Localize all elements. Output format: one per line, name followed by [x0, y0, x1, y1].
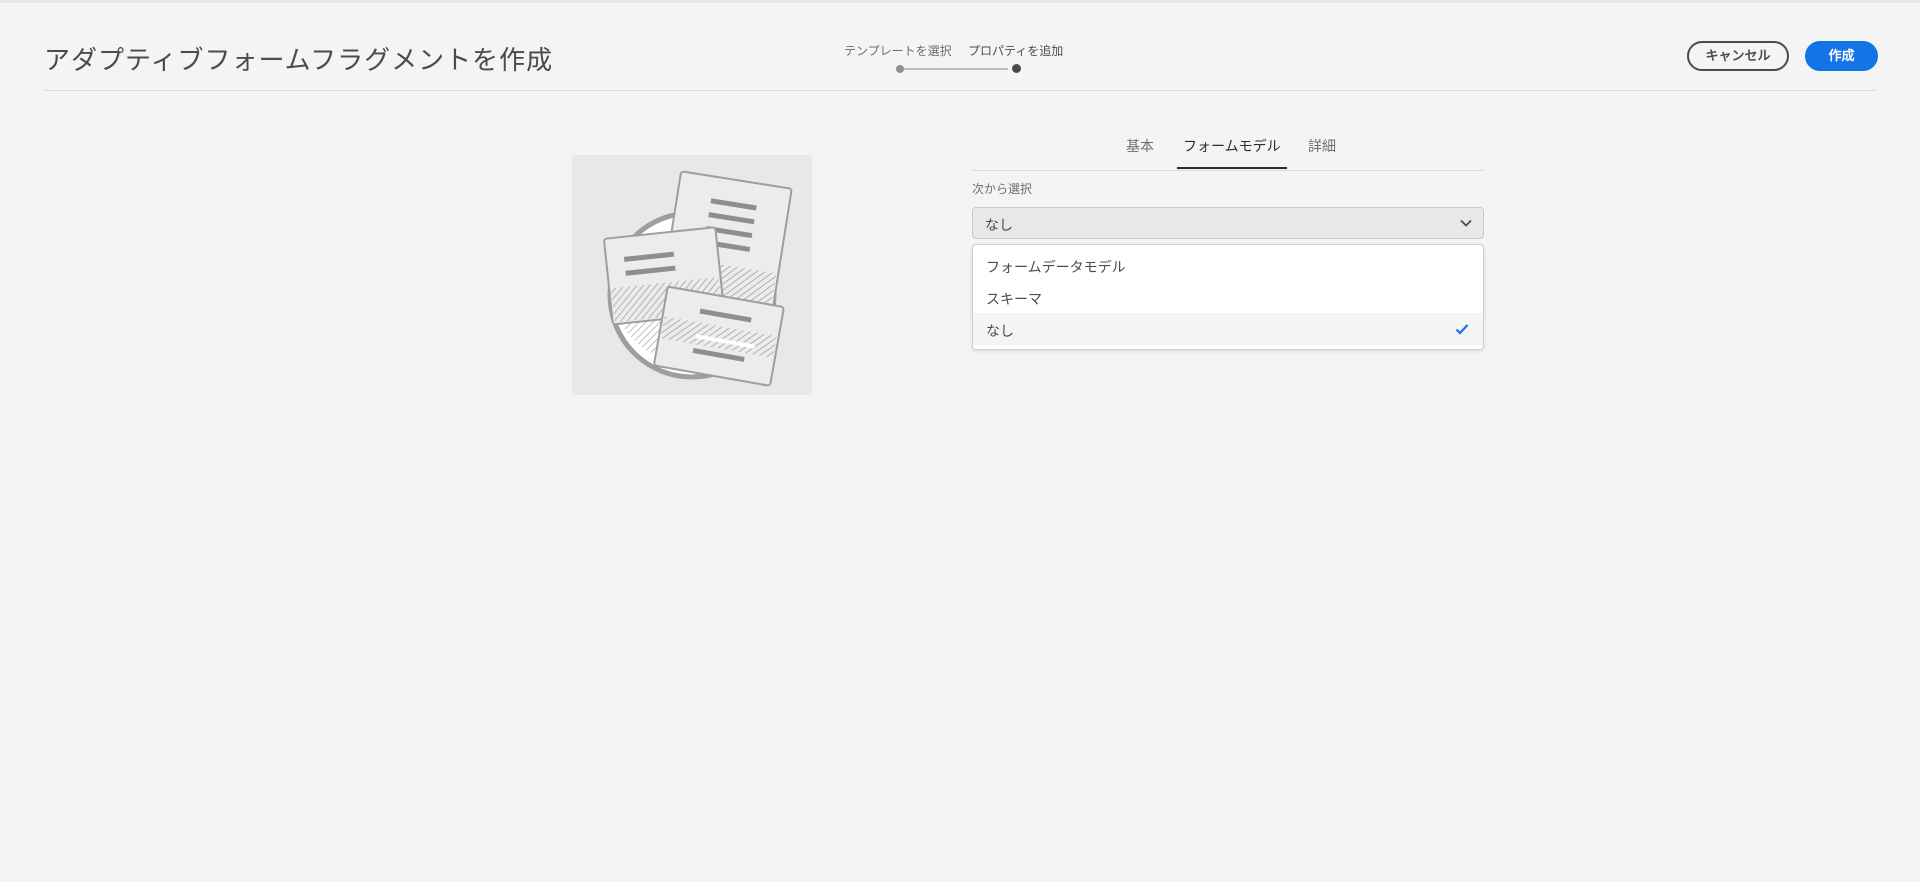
- cancel-button[interactable]: キャンセル: [1687, 41, 1789, 71]
- page-header: アダプティブフォームフラグメントを作成 テンプレートを選択 プロパティを追加 キ…: [44, 0, 1878, 91]
- template-thumbnail: [572, 155, 812, 395]
- step-add-properties-label: プロパティを追加: [968, 44, 1064, 58]
- form-model-dropdown-menu: フォームデータモデル スキーマ なし: [972, 244, 1484, 350]
- form-fragment-illustration-icon: [603, 170, 793, 387]
- create-button[interactable]: 作成: [1805, 41, 1878, 71]
- tab-form-model[interactable]: フォームモデル: [1177, 136, 1287, 169]
- wizard-steps: テンプレートを選択 プロパティを追加: [800, 40, 1064, 80]
- option-form-data-model[interactable]: フォームデータモデル: [973, 249, 1483, 281]
- step-add-properties-dot[interactable]: [1012, 64, 1021, 73]
- select-from-label: 次から選択: [972, 182, 1033, 196]
- form-model-select-value: なし: [985, 218, 1013, 234]
- step-select-template-dot[interactable]: [896, 65, 904, 73]
- form-model-select[interactable]: なし: [972, 207, 1484, 239]
- tab-advanced[interactable]: 詳細: [1308, 136, 1336, 169]
- option-label: なし: [986, 324, 1014, 340]
- chevron-down-icon: [1460, 219, 1472, 227]
- option-schema[interactable]: スキーマ: [973, 281, 1483, 313]
- step-connector: [904, 68, 1008, 70]
- page-title: アダプティブフォームフラグメントを作成: [44, 46, 554, 76]
- properties-tabs: 基本 フォームモデル 詳細: [972, 128, 1484, 171]
- tab-basic[interactable]: 基本: [1126, 136, 1154, 169]
- step-select-template-label: テンプレートを選択: [844, 44, 952, 58]
- checkmark-icon: [1455, 324, 1469, 335]
- option-none[interactable]: なし: [973, 313, 1483, 345]
- option-label: フォームデータモデル: [986, 260, 1126, 276]
- option-label: スキーマ: [986, 292, 1042, 308]
